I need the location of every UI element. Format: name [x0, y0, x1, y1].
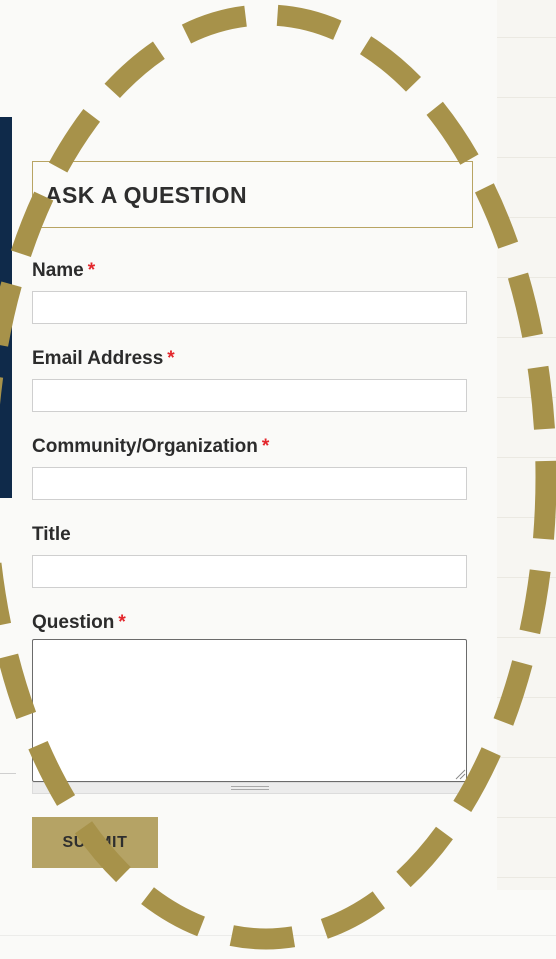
title-input[interactable]: [32, 555, 467, 588]
sidebar-divider: [497, 217, 556, 218]
sidebar-divider: [497, 517, 556, 518]
sidebar-divider: [497, 577, 556, 578]
sidebar-divider: [497, 637, 556, 638]
right-sidebar: [497, 0, 556, 890]
sidebar-divider: [497, 697, 556, 698]
name-label: Name *: [32, 260, 95, 282]
sidebar-divider: [497, 337, 556, 338]
required-marker: *: [118, 612, 126, 633]
question-label: Question *: [32, 612, 126, 634]
bottom-divider: [0, 935, 556, 936]
title-label: Title: [32, 524, 71, 546]
left-accent-bar: [0, 117, 12, 498]
sidebar-divider: [497, 757, 556, 758]
sidebar-divider: [497, 277, 556, 278]
sidebar-divider: [497, 397, 556, 398]
sidebar-divider: [497, 817, 556, 818]
email-label-text: Email Address: [32, 348, 164, 369]
title-label-text: Title: [32, 524, 71, 545]
community-label-text: Community/Organization: [32, 436, 258, 457]
sidebar-divider: [497, 877, 556, 878]
community-input[interactable]: [32, 467, 467, 500]
question-label-text: Question: [32, 612, 115, 633]
community-label: Community/Organization *: [32, 436, 269, 458]
resize-grip-icon[interactable]: [454, 768, 466, 780]
name-label-text: Name: [32, 260, 84, 281]
textarea-drag-bar[interactable]: [32, 782, 467, 794]
required-marker: *: [261, 436, 270, 457]
email-input[interactable]: [32, 379, 467, 412]
name-input[interactable]: [32, 291, 467, 324]
sidebar-divider: [497, 97, 556, 98]
email-label: Email Address *: [32, 348, 175, 370]
sidebar-divider: [497, 157, 556, 158]
sidebar-divider: [497, 457, 556, 458]
sidebar-divider: [497, 37, 556, 38]
drag-handle-icon[interactable]: [231, 786, 269, 790]
question-textarea[interactable]: [32, 639, 467, 782]
required-marker: *: [87, 260, 96, 281]
form-title: ASK A QUESTION: [45, 182, 247, 208]
submit-button[interactable]: SUBMIT: [32, 817, 158, 868]
left-divider: [0, 773, 16, 774]
required-marker: *: [167, 348, 175, 369]
form-title-box: ASK A QUESTION: [32, 161, 473, 228]
